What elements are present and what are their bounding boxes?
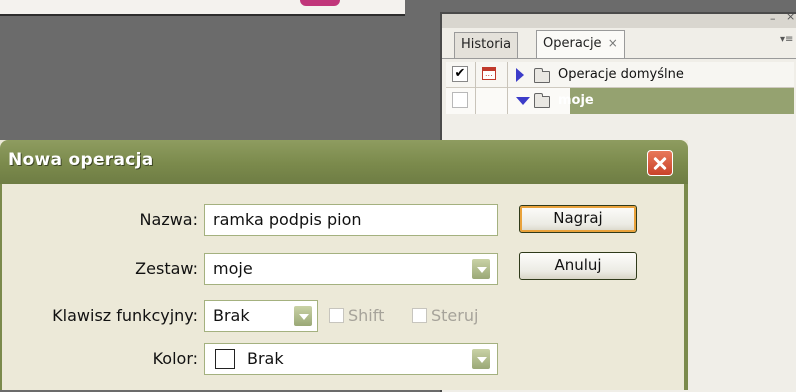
dialog-toggle-cell — [476, 62, 508, 88]
cancel-button-label: Anuluj — [554, 256, 602, 274]
toggle-cell: ✔ — [446, 62, 476, 88]
function-key-select[interactable]: Brak — [204, 300, 318, 332]
chevron-down-icon[interactable] — [471, 348, 491, 370]
tab-historia[interactable]: Historia — [454, 32, 519, 58]
shift-checkbox[interactable] — [329, 308, 344, 323]
ctrl-checkbox[interactable] — [412, 308, 427, 323]
chevron-down-icon[interactable] — [471, 258, 491, 280]
set-select-value: moje — [213, 259, 253, 278]
toggle-item-checkbox[interactable]: ✔ — [452, 66, 468, 82]
folder-icon — [534, 93, 550, 108]
shift-label: Shift — [348, 306, 385, 325]
name-input[interactable]: ramka podpis pion — [204, 204, 498, 236]
record-button-label: Nagraj — [553, 209, 603, 227]
toggle-item-checkbox[interactable] — [452, 92, 468, 108]
panel-menu-icon[interactable]: ▾≡ — [780, 34, 793, 45]
dialog-toggle-icon[interactable] — [482, 67, 496, 80]
panel-header — [442, 14, 796, 28]
selected-row-highlight — [570, 88, 794, 114]
expand-triangle-icon[interactable] — [516, 68, 524, 82]
close-icon[interactable] — [647, 150, 673, 176]
ctrl-label: Steruj — [431, 306, 479, 325]
dialog-title: Nowa operacja — [8, 150, 154, 170]
name-label: Nazwa: — [139, 210, 198, 229]
document-accent — [300, 0, 340, 6]
set-label: Zestaw: — [135, 259, 198, 278]
set-select[interactable]: moje — [204, 253, 498, 285]
chevron-down-icon[interactable] — [293, 305, 313, 327]
name-input-value: ramka podpis pion — [213, 210, 362, 229]
action-set-label: Operacje domyślne — [558, 67, 684, 82]
tab-operacje-label: Operacje — [543, 36, 602, 51]
tab-operacje[interactable]: Operacje × — [536, 30, 625, 58]
color-select-value: Brak — [247, 349, 284, 368]
function-key-value: Brak — [213, 306, 250, 325]
collapse-triangle-icon[interactable] — [516, 97, 530, 105]
close-panel-icon[interactable]: × — [786, 10, 795, 23]
cancel-button[interactable]: Anuluj — [519, 252, 637, 280]
new-action-dialog: Nowa operacja Nazwa: ramka podpis pion Z… — [0, 140, 688, 390]
color-select[interactable]: Brak — [204, 343, 498, 375]
dialog-title-bar[interactable]: Nowa operacja — [0, 140, 688, 184]
color-label: Kolor: — [152, 349, 198, 368]
tab-divider — [442, 58, 796, 59]
dialog-border-right — [684, 184, 688, 390]
folder-icon — [534, 68, 550, 83]
tab-historia-label: Historia — [461, 37, 512, 52]
action-set-label-selected: moje — [558, 93, 594, 108]
dialog-toggle-cell — [476, 88, 508, 114]
color-swatch — [215, 349, 235, 369]
tab-close-icon[interactable]: × — [608, 36, 618, 50]
toggle-cell — [446, 88, 476, 114]
function-key-label: Klawisz funkcyjny: — [52, 306, 198, 325]
minimize-icon[interactable]: – — [770, 12, 776, 25]
list-item[interactable]: ✔ Operacje domyślne — [446, 62, 794, 88]
document-strip — [0, 0, 405, 16]
record-button[interactable]: Nagraj — [519, 205, 637, 233]
